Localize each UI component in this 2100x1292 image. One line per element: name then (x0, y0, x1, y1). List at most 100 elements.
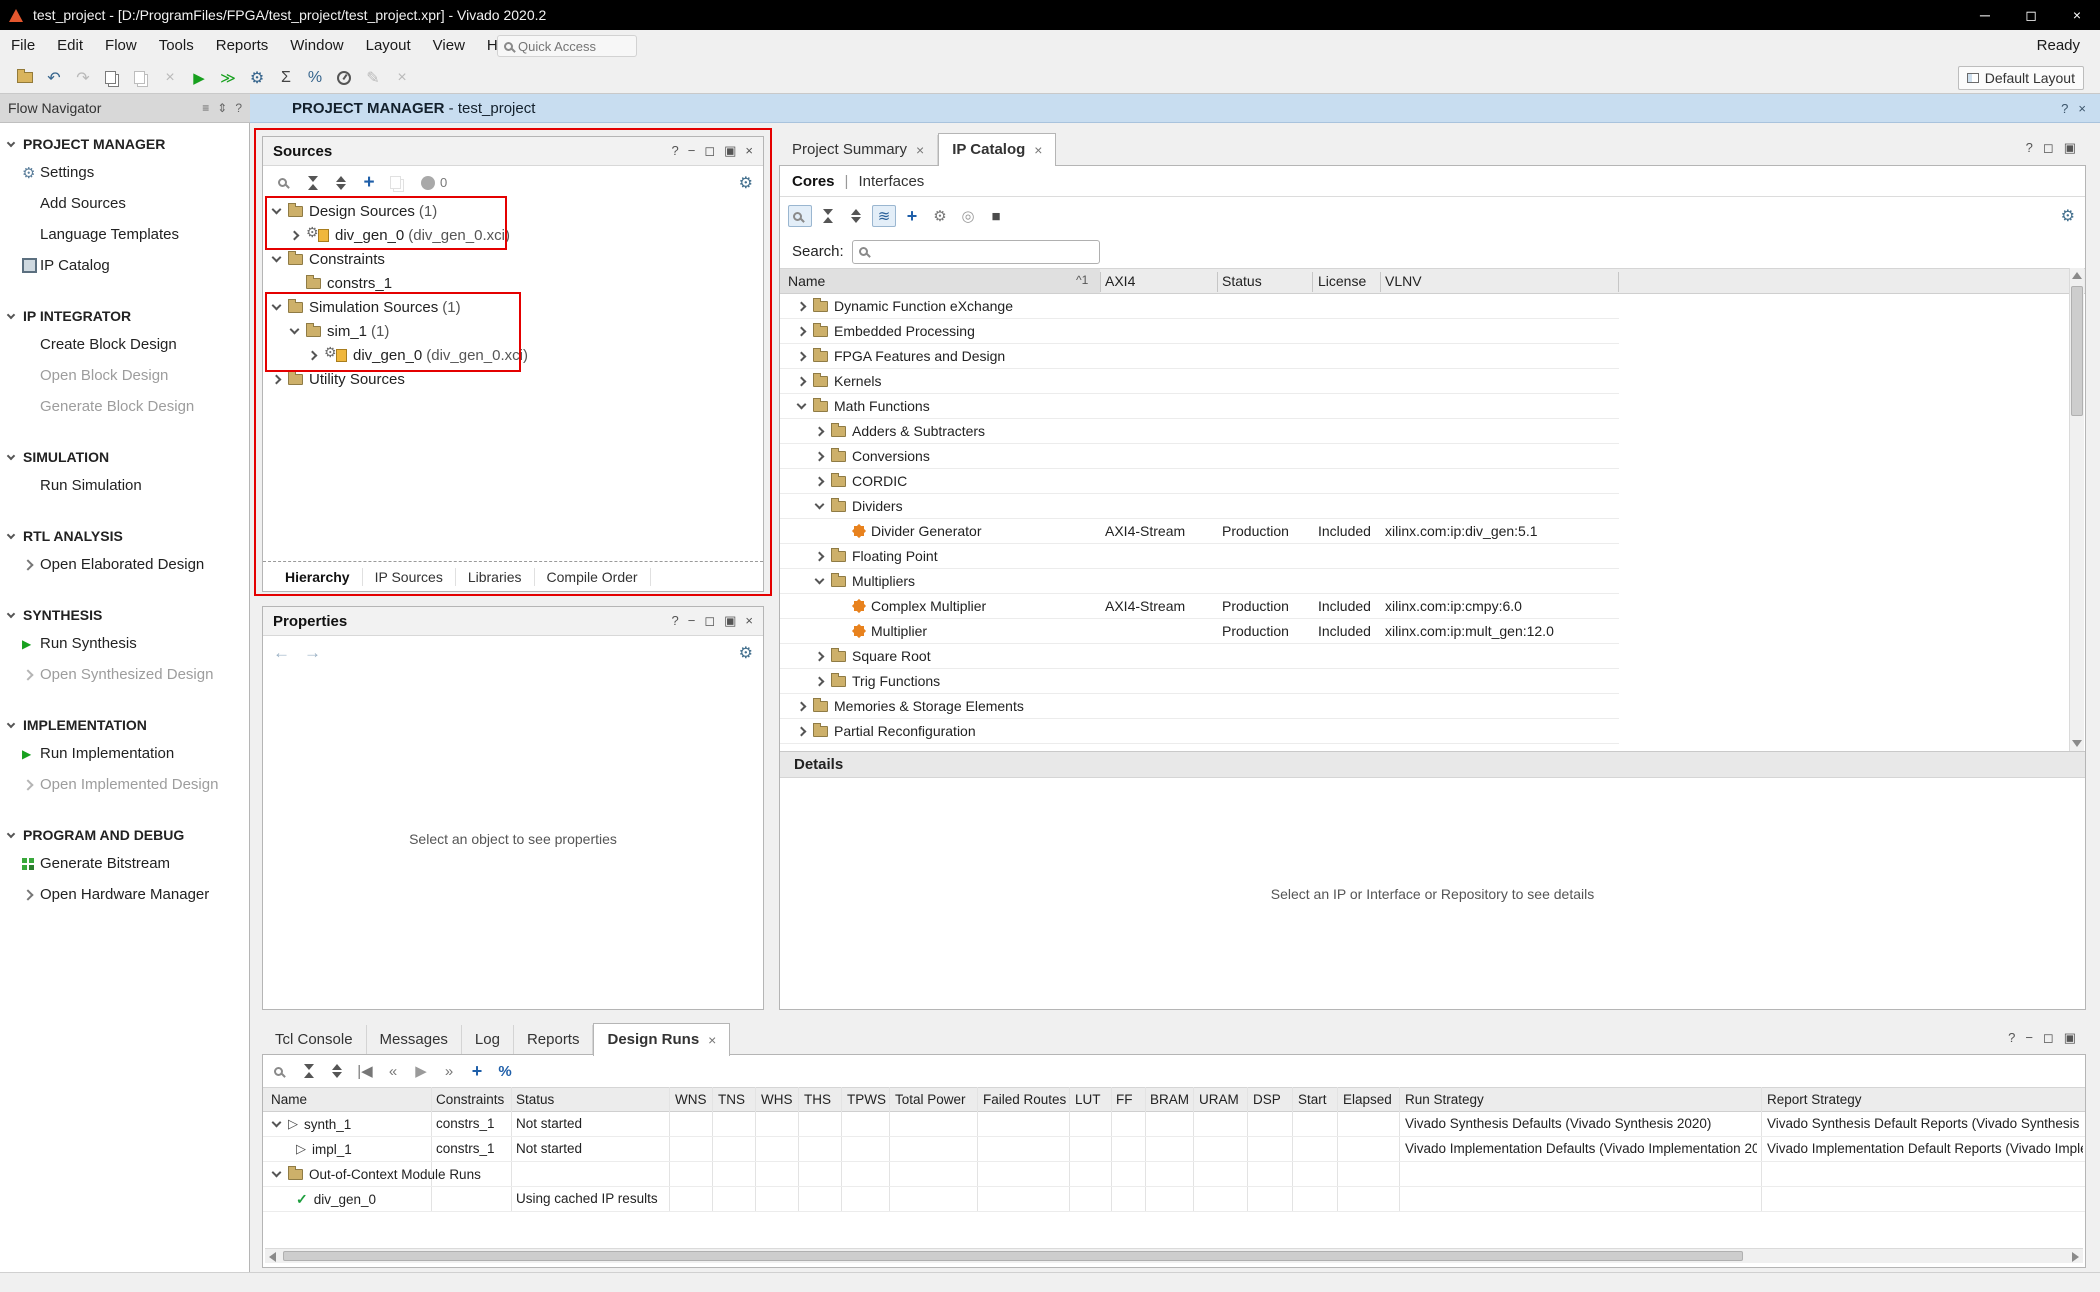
section-collapse-icon[interactable] (7, 609, 15, 617)
flow-navigator-item[interactable]: IP INTEGRATOR (0, 303, 249, 329)
fn-help-icon[interactable]: ? (235, 101, 242, 115)
edit-icon[interactable]: ✎ (360, 66, 386, 90)
results-tab[interactable]: Messages (367, 1025, 462, 1055)
properties-settings-gear-icon[interactable]: ⚙ (739, 643, 753, 663)
search-icon[interactable] (788, 205, 812, 227)
flow-navigator-item[interactable]: RTL ANALYSIS (0, 523, 249, 549)
source-tree-item[interactable]: sim_1 (1) (263, 319, 763, 343)
source-tree-item[interactable]: Simulation Sources (1) (263, 295, 763, 319)
redo-icon[interactable]: ↷ (70, 66, 96, 90)
maximize-panel-icon[interactable]: ▣ (724, 613, 736, 629)
copy-icon[interactable] (99, 66, 125, 90)
minimize-panel-icon[interactable]: − (688, 143, 696, 159)
column-start[interactable]: Start (1298, 1092, 1327, 1107)
expand-chevron-icon[interactable] (290, 325, 300, 335)
expand-chevron-icon[interactable] (815, 476, 825, 486)
create-run-icon[interactable]: + (465, 1060, 489, 1082)
search-icon[interactable] (273, 172, 297, 194)
sources-view-tab[interactable]: IP Sources (363, 568, 456, 586)
close-window-icon[interactable]: × (2054, 0, 2100, 30)
design-run-row[interactable]: Out-of-Context Module Runs (263, 1162, 2085, 1187)
float-panel-icon[interactable]: ◻ (2043, 1030, 2054, 1046)
run-all-icon[interactable]: ≫ (215, 66, 241, 90)
scroll-right-icon[interactable] (2072, 1252, 2079, 1262)
menu-item[interactable]: Layout (355, 30, 422, 62)
expand-chevron-icon[interactable] (797, 701, 807, 711)
scroll-up-icon[interactable] (2072, 272, 2082, 279)
maximize-panel-icon[interactable]: ▣ (2064, 140, 2076, 156)
percent-progress-icon[interactable]: % (493, 1060, 517, 1082)
column-bram[interactable]: BRAM (1150, 1092, 1189, 1107)
sources-view-tab[interactable]: Libraries (456, 568, 535, 586)
flow-navigator-item[interactable]: Settings (0, 157, 249, 188)
source-tree-item[interactable]: div_gen_0 (div_gen_0.xci) (263, 343, 763, 367)
expand-chevron-icon[interactable] (272, 1168, 282, 1178)
flow-navigator-item[interactable]: Run Implementation (0, 738, 249, 769)
catalog-search-input[interactable] (873, 244, 1073, 259)
float-panel-icon[interactable]: ◻ (704, 613, 715, 629)
expand-chevron-icon[interactable] (797, 726, 807, 736)
flow-navigator-item[interactable]: Generate Block Design (0, 391, 249, 422)
ip-catalog-row[interactable]: Dynamic Function eXchange (780, 294, 1619, 319)
scroll-down-icon[interactable] (2072, 740, 2082, 747)
expand-chevron-icon[interactable] (272, 301, 282, 311)
column-ff[interactable]: FF (1116, 1092, 1133, 1107)
close-panel-icon[interactable]: × (745, 613, 753, 629)
collapse-all-icon[interactable] (816, 205, 840, 227)
source-tree-item[interactable]: Utility Sources (263, 367, 763, 391)
flow-navigator-item[interactable]: Language Templates (0, 219, 249, 250)
flow-navigator-item[interactable]: IMPLEMENTATION (0, 712, 249, 738)
catalog-vertical-scrollbar[interactable] (2069, 268, 2084, 751)
minimize-panel-icon[interactable]: − (688, 613, 696, 629)
flow-navigator-item[interactable]: SYNTHESIS (0, 602, 249, 628)
design-run-row[interactable]: synth_1 constrs_1 Not started Vivado Syn… (263, 1112, 2085, 1137)
minimize-panel-icon[interactable]: − (2025, 1030, 2033, 1046)
report-icon[interactable] (385, 172, 409, 194)
workspace-help-icon[interactable]: ? (2061, 101, 2068, 116)
ip-catalog-row[interactable]: Conversions (780, 444, 1619, 469)
menu-item[interactable]: Flow (94, 30, 148, 62)
source-tree-item[interactable]: div_gen_0 (div_gen_0.xci) (263, 223, 763, 247)
flow-navigator-item[interactable]: Open Synthesized Design (0, 659, 249, 690)
fn-collapse-icon[interactable]: ≡ (202, 101, 209, 115)
ip-catalog-row[interactable]: Multiplier Production Included xilinx.co… (780, 619, 1619, 644)
expand-chevron-icon[interactable] (797, 301, 807, 311)
column-whs[interactable]: WHS (761, 1092, 793, 1107)
expand-all-icon[interactable] (329, 172, 353, 194)
column-wns[interactable]: WNS (675, 1092, 707, 1107)
scrollbar-thumb[interactable] (283, 1251, 1743, 1261)
editor-tab[interactable]: IP Catalog × (938, 133, 1056, 166)
back-arrow-icon[interactable]: ← (273, 643, 290, 663)
open-project-icon[interactable] (12, 66, 38, 90)
stop-icon[interactable]: ■ (984, 205, 1008, 227)
section-collapse-icon[interactable] (7, 719, 15, 727)
flow-navigator-item[interactable]: Generate Bitstream (0, 848, 249, 879)
column-report-strategy[interactable]: Report Strategy (1767, 1092, 1862, 1107)
expand-chevron-icon[interactable] (797, 400, 807, 410)
expand-chevron-icon[interactable] (797, 326, 807, 336)
ip-catalog-row[interactable]: Memories & Storage Elements (780, 694, 1619, 719)
timing-gauge-icon[interactable] (331, 66, 357, 90)
flow-navigator-item[interactable]: SIMULATION (0, 444, 249, 470)
scroll-left-icon[interactable] (269, 1252, 276, 1262)
flow-navigator-item[interactable]: PROJECT MANAGER (0, 131, 249, 157)
close-panel-icon[interactable]: × (745, 143, 753, 159)
subtab-interfaces[interactable]: Interfaces (858, 173, 924, 190)
source-tree-item[interactable]: constrs_1 (263, 271, 763, 295)
column-vlnv[interactable]: VLNV (1385, 273, 1422, 289)
flow-navigator-item[interactable]: Open Implemented Design (0, 769, 249, 800)
ip-catalog-row[interactable]: Embedded Processing (780, 319, 1619, 344)
customize-wrench-icon[interactable]: ⚙ (928, 205, 952, 227)
ip-catalog-row[interactable]: Math Functions (780, 394, 1619, 419)
section-collapse-icon[interactable] (7, 829, 15, 837)
expand-chevron-icon[interactable] (797, 351, 807, 361)
section-collapse-icon[interactable] (7, 451, 15, 459)
flow-navigator-item[interactable]: Open Hardware Manager (0, 879, 249, 910)
help-icon[interactable]: ? (671, 613, 678, 629)
catalog-settings-gear-icon[interactable]: ⚙ (2061, 206, 2075, 226)
sources-settings-gear-icon[interactable]: ⚙ (739, 173, 753, 193)
section-collapse-icon[interactable] (7, 530, 15, 538)
flow-navigator-item[interactable]: Run Simulation (0, 470, 249, 501)
expand-chevron-icon[interactable] (815, 676, 825, 686)
expand-chevron-icon[interactable] (797, 376, 807, 386)
